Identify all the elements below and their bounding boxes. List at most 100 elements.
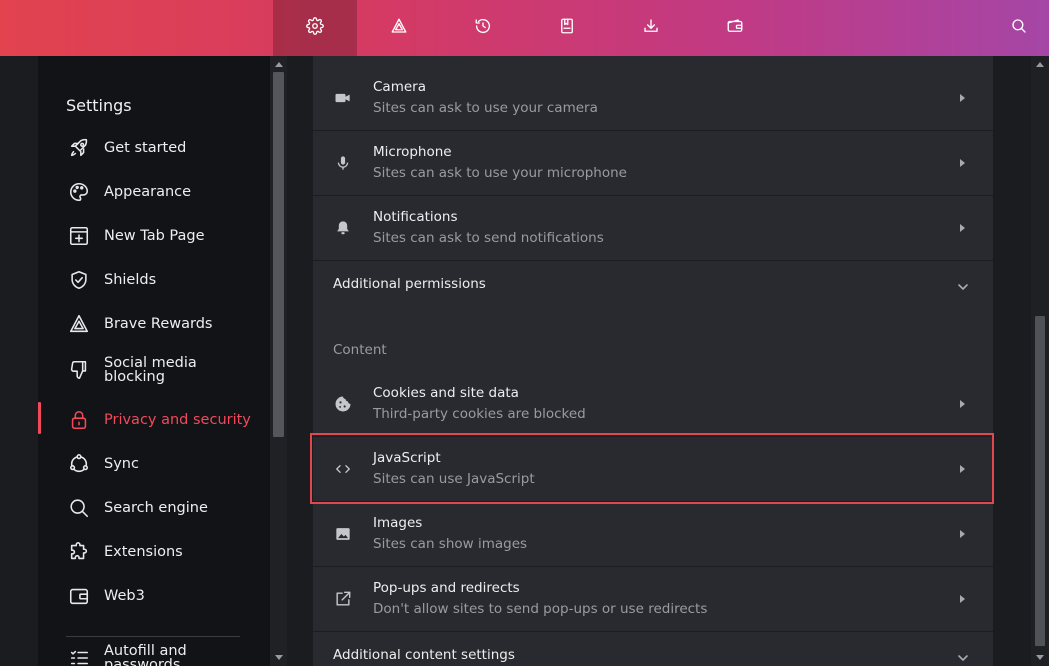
camera-setting-row[interactable]: Camera Sites can ask to use your camera [313, 66, 993, 131]
popups-setting-row[interactable]: Pop-ups and redirects Don't allow sites … [313, 567, 993, 632]
brave-rewards-icon [68, 313, 90, 335]
active-indicator [38, 402, 41, 434]
sidebar-item-brave-rewards[interactable]: Brave Rewards [38, 304, 270, 344]
wallet-icon [68, 585, 90, 607]
section-title: Additional content settings [333, 647, 515, 663]
row-subtitle: Sites can use JavaScript [373, 471, 535, 487]
image-icon [333, 524, 353, 544]
brave-rewards-icon [390, 17, 408, 39]
main-scrollbar[interactable] [1031, 56, 1049, 666]
sidebar-item-social-media-blocking[interactable]: Social media blocking [38, 350, 270, 390]
sidebar-title: Settings [66, 96, 132, 115]
top-toolbar [0, 0, 1049, 56]
sidebar-item-label: Sync [104, 456, 139, 472]
sidebar-item-label: Web3 [104, 588, 145, 604]
sidebar-item-privacy-and-security[interactable]: Privacy and security [38, 400, 270, 440]
section-title: Additional permissions [333, 276, 486, 292]
sidebar-item-label: Search engine [104, 500, 208, 516]
settings-toolbar-button[interactable] [273, 0, 357, 56]
scroll-up-arrow[interactable] [1036, 62, 1044, 67]
history-icon [474, 17, 492, 39]
search-settings-button[interactable] [994, 0, 1044, 56]
scrollbar-thumb[interactable] [273, 72, 284, 437]
chevron-right-icon [960, 94, 965, 102]
sidebar-item-autofill-and-passwords[interactable]: Autofill and passwords [38, 638, 270, 666]
sidebar-scrollbar[interactable] [270, 56, 287, 666]
chevron-right-icon [960, 465, 965, 473]
sidebar-divider [66, 636, 240, 637]
sidebar-item-extensions[interactable]: Extensions [38, 532, 270, 572]
scroll-down-arrow[interactable] [274, 655, 283, 660]
row-subtitle: Third-party cookies are blocked [373, 406, 586, 422]
row-subtitle: Sites can ask to use your microphone [373, 165, 627, 181]
notifications-setting-row[interactable]: Notifications Sites can ask to send noti… [313, 196, 993, 261]
list-icon [68, 647, 90, 666]
row-subtitle: Sites can ask to use your camera [373, 100, 598, 116]
sidebar-item-appearance[interactable]: Appearance [38, 172, 270, 212]
images-setting-row[interactable]: Images Sites can show images [313, 502, 993, 567]
bookmarks-icon [558, 17, 576, 39]
sidebar-item-label: Appearance [104, 184, 192, 200]
sidebar-item-new-tab-page[interactable]: New Tab Page [38, 216, 270, 256]
sync-icon [68, 453, 90, 475]
sidebar-item-label: Brave Rewards [104, 316, 213, 332]
settings-sidebar: Settings Get started Appearance New Tab … [38, 56, 270, 666]
camera-icon [333, 88, 353, 108]
sidebar-item-label: Social media blocking [104, 355, 197, 385]
additional-content-settings-toggle[interactable]: Additional content settings [313, 631, 993, 666]
row-title: Pop-ups and redirects [373, 580, 520, 596]
sidebar-item-sync[interactable]: Sync [38, 444, 270, 484]
history-toolbar-button[interactable] [441, 0, 525, 56]
sidebar-item-search-engine[interactable]: Search engine [38, 488, 270, 528]
sidebar-item-label: Shields [104, 272, 157, 288]
palette-icon [68, 181, 90, 203]
microphone-setting-row[interactable]: Microphone Sites can ask to use your mic… [313, 131, 993, 196]
scrollbar-thumb[interactable] [1035, 316, 1045, 646]
row-title: Cookies and site data [373, 385, 519, 401]
search-icon [68, 497, 90, 519]
row-subtitle: Sites can ask to send notifications [373, 230, 604, 246]
puzzle-icon [68, 541, 90, 563]
chevron-right-icon [960, 224, 965, 232]
download-icon [642, 17, 660, 39]
downloads-toolbar-button[interactable] [609, 0, 693, 56]
external-link-icon [333, 589, 353, 609]
bookmarks-toolbar-button[interactable] [525, 0, 609, 56]
thumbs-down-icon [68, 359, 90, 381]
privacy-settings-panel: Camera Sites can ask to use your camera … [313, 56, 993, 666]
sidebar-item-label: Get started [104, 140, 187, 156]
javascript-setting-row[interactable]: JavaScript Sites can use JavaScript [313, 437, 993, 502]
shield-icon [68, 269, 90, 291]
sidebar-item-label: Extensions [104, 544, 183, 560]
chevron-right-icon [960, 400, 965, 408]
row-subtitle: Don't allow sites to send pop-ups or use… [373, 601, 708, 617]
scroll-down-arrow[interactable] [1036, 655, 1044, 660]
wallet-icon [726, 17, 744, 39]
chevron-right-icon [960, 530, 965, 538]
gear-icon [306, 17, 324, 39]
chevron-down-icon [957, 278, 969, 290]
content-section-label: Content [333, 342, 387, 358]
scroll-up-arrow[interactable] [274, 62, 283, 67]
row-title: Notifications [373, 209, 458, 225]
cookies-setting-row[interactable]: Cookies and site data Third-party cookie… [313, 372, 993, 437]
sidebar-item-label: Autofill and passwords [104, 643, 187, 666]
row-title: Images [373, 515, 423, 531]
sidebar-item-get-started[interactable]: Get started [38, 128, 270, 168]
sidebar-item-shields[interactable]: Shields [38, 260, 270, 300]
chevron-down-icon [957, 649, 969, 661]
lock-icon [68, 409, 90, 431]
rewards-toolbar-button[interactable] [357, 0, 441, 56]
sidebar-item-label: New Tab Page [104, 228, 205, 244]
code-icon [333, 459, 353, 479]
new-tab-icon [68, 225, 90, 247]
sidebar-item-label: Privacy and security [104, 412, 251, 428]
wallet-toolbar-button[interactable] [693, 0, 777, 56]
sidebar-item-web3[interactable]: Web3 [38, 576, 270, 616]
row-title: Camera [373, 79, 426, 95]
row-title: JavaScript [373, 450, 441, 466]
microphone-icon [333, 153, 353, 173]
additional-permissions-toggle[interactable]: Additional permissions [313, 260, 993, 308]
chevron-right-icon [960, 159, 965, 167]
row-title: Microphone [373, 144, 452, 160]
